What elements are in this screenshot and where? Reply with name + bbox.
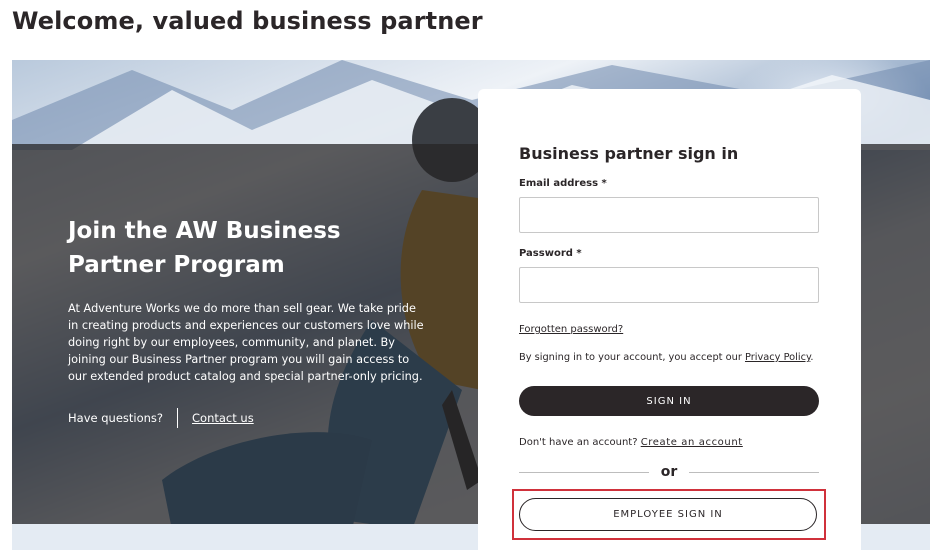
hero-questions-row: Have questions? Contact us [68, 408, 254, 428]
page-title: Welcome, valued business partner [12, 7, 483, 35]
or-separator: or [519, 463, 819, 481]
or-label: or [660, 464, 678, 480]
password-label: Password * [519, 248, 582, 259]
questions-label: Have questions? [68, 411, 164, 425]
separator-line-left [519, 471, 649, 473]
no-account-row: Don't have an account? Create an account [519, 437, 743, 448]
signin-title: Business partner sign in [519, 144, 739, 163]
employee-sign-in-button[interactable]: EMPLOYEE SIGN IN [519, 498, 817, 531]
password-input[interactable] [519, 267, 819, 303]
email-label: Email address * [519, 178, 607, 189]
no-account-label: Don't have an account? [519, 437, 641, 448]
sign-in-button[interactable]: SIGN IN [519, 386, 819, 416]
privacy-policy-link[interactable]: Privacy Policy [745, 352, 810, 363]
vertical-divider [177, 408, 179, 428]
contact-us-link[interactable]: Contact us [192, 411, 254, 425]
consent-text: By signing in to your account, you accep… [519, 352, 813, 363]
forgot-password-link[interactable]: Forgotten password? [519, 324, 623, 335]
signin-card: Business partner sign in Email address *… [478, 89, 861, 550]
consent-suffix: . [810, 352, 814, 363]
separator-line-right [689, 471, 819, 473]
consent-prefix: By signing in to your account, you accep… [519, 352, 745, 363]
email-input[interactable] [519, 197, 819, 233]
hero-heading: Join the AW Business Partner Program [68, 218, 341, 278]
hero-description: At Adventure Works we do more than sell … [68, 302, 424, 383]
create-account-link[interactable]: Create an account [641, 437, 743, 448]
